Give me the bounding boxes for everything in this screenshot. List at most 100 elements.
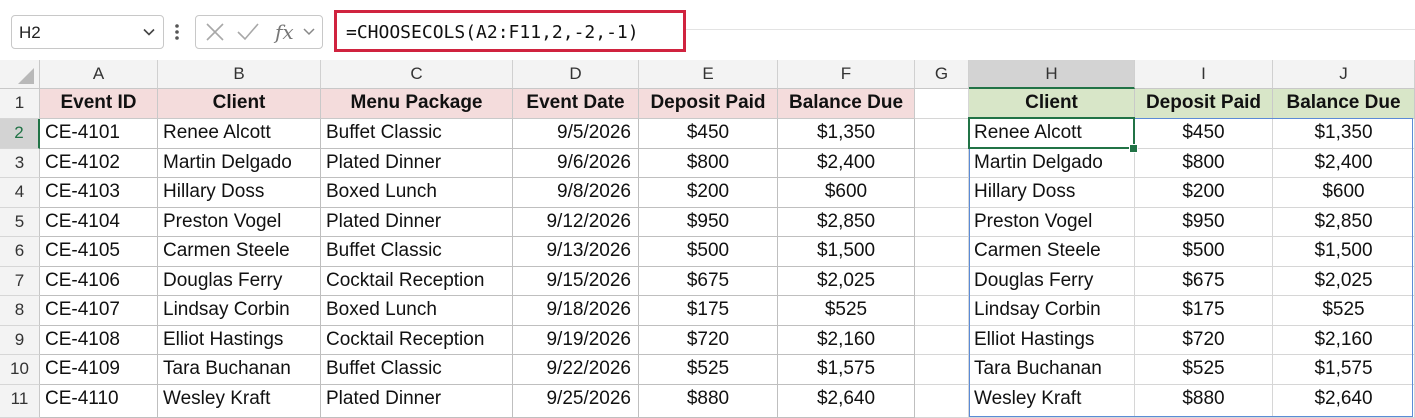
result-data-cell[interactable]: $450	[1135, 119, 1273, 149]
result-data-cell[interactable]: Renee Alcott	[969, 119, 1135, 149]
source-data-cell[interactable]: $525	[778, 296, 915, 326]
source-data-cell[interactable]: Boxed Lunch	[321, 178, 513, 208]
result-data-cell[interactable]: Martin Delgado	[969, 149, 1135, 178]
source-data-cell[interactable]: CE-4107	[40, 296, 158, 326]
row-header-6[interactable]: 6	[0, 237, 40, 267]
row-header-10[interactable]: 10	[0, 355, 40, 385]
empty-cell[interactable]	[915, 296, 969, 326]
select-all-corner[interactable]	[0, 60, 40, 89]
source-data-cell[interactable]: Plated Dinner	[321, 149, 513, 178]
row-header-5[interactable]: 5	[0, 208, 40, 237]
source-data-cell[interactable]: Preston Vogel	[158, 208, 321, 237]
source-data-cell[interactable]: Plated Dinner	[321, 385, 513, 418]
empty-cell[interactable]	[915, 208, 969, 237]
source-data-cell[interactable]: $720	[639, 326, 778, 355]
source-data-cell[interactable]: Tara Buchanan	[158, 355, 321, 385]
source-data-cell[interactable]: 9/12/2026	[513, 208, 639, 237]
result-data-cell[interactable]: Wesley Kraft	[969, 385, 1135, 418]
source-data-cell[interactable]: Lindsay Corbin	[158, 296, 321, 326]
row-header-8[interactable]: 8	[0, 296, 40, 326]
source-data-cell[interactable]: $2,400	[778, 149, 915, 178]
source-header-cell[interactable]: Menu Package	[321, 89, 513, 119]
source-data-cell[interactable]: $1,500	[778, 237, 915, 267]
source-data-cell[interactable]: 9/13/2026	[513, 237, 639, 267]
source-data-cell[interactable]: 9/6/2026	[513, 149, 639, 178]
column-header-b[interactable]: B	[158, 60, 321, 89]
source-data-cell[interactable]: $950	[639, 208, 778, 237]
source-data-cell[interactable]: 9/18/2026	[513, 296, 639, 326]
source-data-cell[interactable]: $600	[778, 178, 915, 208]
column-header-d[interactable]: D	[513, 60, 639, 89]
insert-function-icon[interactable]: fx	[275, 20, 294, 44]
source-data-cell[interactable]: $880	[639, 385, 778, 418]
source-data-cell[interactable]: Martin Delgado	[158, 149, 321, 178]
row-header-1[interactable]: 1	[0, 89, 40, 119]
source-data-cell[interactable]: 9/19/2026	[513, 326, 639, 355]
more-options-icon[interactable]	[174, 20, 180, 44]
source-data-cell[interactable]: Carmen Steele	[158, 237, 321, 267]
source-data-cell[interactable]: Cocktail Reception	[321, 326, 513, 355]
result-data-cell[interactable]: Carmen Steele	[969, 237, 1135, 267]
source-data-cell[interactable]: $500	[639, 237, 778, 267]
result-data-cell[interactable]: $175	[1135, 296, 1273, 326]
result-data-cell[interactable]: Tara Buchanan	[969, 355, 1135, 385]
result-data-cell[interactable]: $1,350	[1273, 119, 1415, 149]
result-data-cell[interactable]: $720	[1135, 326, 1273, 355]
source-data-cell[interactable]: Renee Alcott	[158, 119, 321, 149]
source-data-cell[interactable]: $175	[639, 296, 778, 326]
source-data-cell[interactable]: $2,160	[778, 326, 915, 355]
source-data-cell[interactable]: $1,575	[778, 355, 915, 385]
source-data-cell[interactable]: $200	[639, 178, 778, 208]
enter-check-icon[interactable]	[236, 21, 260, 48]
worksheet-grid[interactable]: A B C D E F G H I J 1 2 3 4 5 6 7 8 9 10 11 Event ID Client Men…	[0, 60, 1415, 418]
result-data-cell[interactable]: $675	[1135, 267, 1273, 296]
source-data-cell[interactable]: CE-4109	[40, 355, 158, 385]
source-data-cell[interactable]: 9/5/2026	[513, 119, 639, 149]
row-header-11[interactable]: 11	[0, 385, 40, 418]
column-header-c[interactable]: C	[321, 60, 513, 89]
expand-chevron-icon[interactable]	[302, 25, 316, 44]
source-data-cell[interactable]: $2,850	[778, 208, 915, 237]
source-data-cell[interactable]: Buffet Classic	[321, 355, 513, 385]
result-data-cell[interactable]: $800	[1135, 149, 1273, 178]
source-data-cell[interactable]: CE-4103	[40, 178, 158, 208]
source-data-cell[interactable]: $1,350	[778, 119, 915, 149]
source-data-cell[interactable]: 9/15/2026	[513, 267, 639, 296]
source-data-cell[interactable]: $675	[639, 267, 778, 296]
empty-cell[interactable]	[915, 267, 969, 296]
source-data-cell[interactable]: Buffet Classic	[321, 237, 513, 267]
source-data-cell[interactable]: $450	[639, 119, 778, 149]
name-box[interactable]: H2	[11, 15, 164, 49]
source-data-cell[interactable]: Wesley Kraft	[158, 385, 321, 418]
row-header-4[interactable]: 4	[0, 178, 40, 208]
source-header-cell[interactable]: Event ID	[40, 89, 158, 119]
source-data-cell[interactable]: CE-4104	[40, 208, 158, 237]
result-data-cell[interactable]: $525	[1135, 355, 1273, 385]
chevron-down-icon[interactable]	[141, 24, 157, 45]
column-header-e[interactable]: E	[639, 60, 778, 89]
source-data-cell[interactable]: CE-4108	[40, 326, 158, 355]
result-data-cell[interactable]: $2,850	[1273, 208, 1415, 237]
result-data-cell[interactable]: Lindsay Corbin	[969, 296, 1135, 326]
result-data-cell[interactable]: $2,025	[1273, 267, 1415, 296]
result-header-cell[interactable]: Client	[969, 89, 1135, 119]
column-header-f[interactable]: F	[778, 60, 915, 89]
result-data-cell[interactable]: $2,160	[1273, 326, 1415, 355]
source-data-cell[interactable]: Plated Dinner	[321, 208, 513, 237]
result-data-cell[interactable]: $880	[1135, 385, 1273, 418]
column-header-a[interactable]: A	[40, 60, 158, 89]
source-data-cell[interactable]: Douglas Ferry	[158, 267, 321, 296]
source-data-cell[interactable]: Boxed Lunch	[321, 296, 513, 326]
source-data-cell[interactable]: Buffet Classic	[321, 119, 513, 149]
result-data-cell[interactable]: $200	[1135, 178, 1273, 208]
row-header-7[interactable]: 7	[0, 267, 40, 296]
empty-cell[interactable]	[915, 326, 969, 355]
result-data-cell[interactable]: $600	[1273, 178, 1415, 208]
row-header-2[interactable]: 2	[0, 119, 40, 149]
source-data-cell[interactable]: CE-4105	[40, 237, 158, 267]
cancel-icon[interactable]	[204, 21, 226, 48]
result-data-cell[interactable]: $525	[1273, 296, 1415, 326]
source-data-cell[interactable]: CE-4102	[40, 149, 158, 178]
result-data-cell[interactable]: Elliot Hastings	[969, 326, 1135, 355]
source-data-cell[interactable]: 9/22/2026	[513, 355, 639, 385]
